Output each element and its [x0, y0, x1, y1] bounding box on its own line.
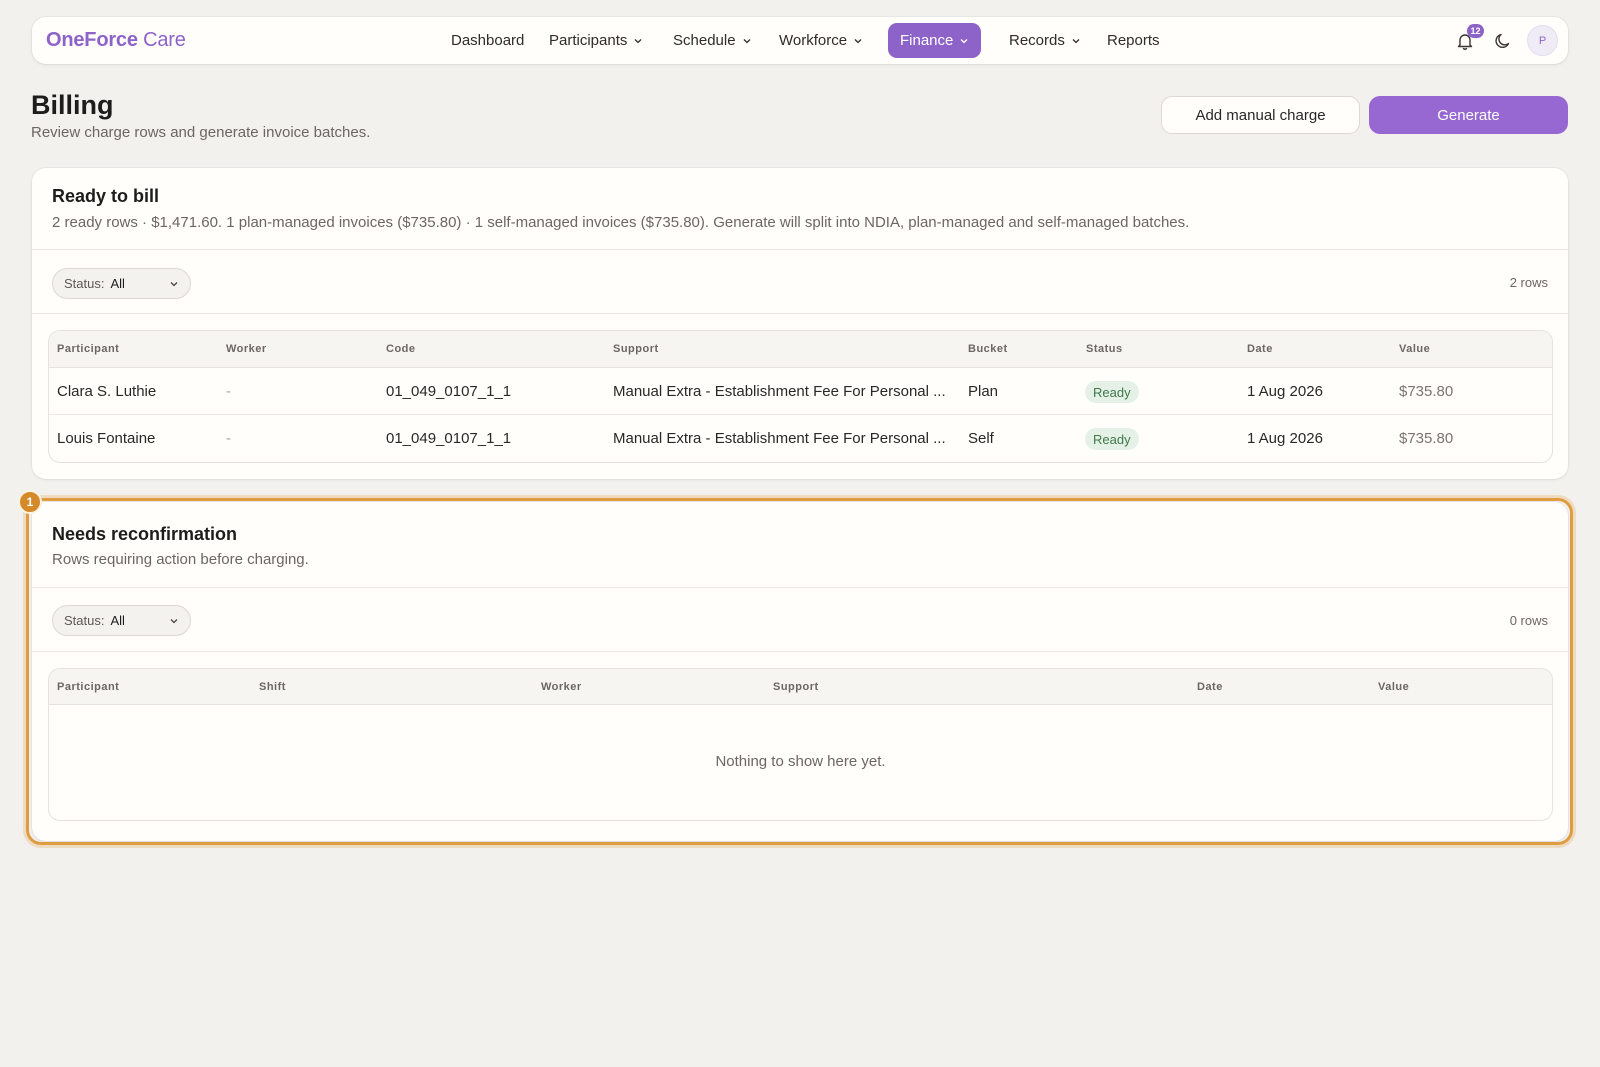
- page-title: Billing: [31, 90, 114, 120]
- nav-dashboard[interactable]: Dashboard: [439, 23, 536, 58]
- support-cell: Manual Extra - Establishment Fee For Per…: [613, 383, 946, 400]
- status-filter-dropdown[interactable]: Status: All: [52, 268, 191, 299]
- status-badge: Ready: [1085, 428, 1139, 450]
- divider: [32, 587, 1568, 588]
- column-header-date[interactable]: Date: [1197, 681, 1223, 693]
- status-filter-label: Status:: [64, 276, 105, 291]
- date-cell: 1 Aug 2026: [1247, 383, 1323, 400]
- nav-finance[interactable]: Finance: [888, 23, 982, 58]
- column-header-support[interactable]: Support: [613, 343, 659, 355]
- nav-actions: 12 P: [1451, 23, 1558, 56]
- divider: [32, 249, 1568, 250]
- nav-records[interactable]: Records: [997, 23, 1093, 58]
- column-header-worker[interactable]: Worker: [541, 681, 582, 693]
- status-filter-value: All: [110, 276, 125, 291]
- needs-reconfirmation-card: Needs reconfirmation Rows requiring acti…: [32, 502, 1568, 841]
- status-badge: Ready: [1085, 381, 1139, 403]
- chevron-down-icon: [634, 38, 642, 43]
- notification-count-badge: 12: [1467, 23, 1484, 38]
- row-count: 0 rows: [1509, 613, 1548, 628]
- nav-participants[interactable]: Participants: [537, 23, 655, 58]
- empty-state-message: Nothing to show here yet.: [715, 753, 886, 770]
- code-cell: 01_049_0107_1_1: [386, 383, 512, 400]
- value-cell: $735.80: [1399, 430, 1454, 447]
- column-header-support[interactable]: Support: [773, 681, 819, 693]
- chevron-down-icon: [170, 282, 178, 287]
- needs-reconfirmation-title: Needs reconfirmation: [52, 524, 238, 544]
- status-filter-dropdown[interactable]: Status: All: [52, 605, 191, 636]
- chevron-down-icon: [1072, 38, 1080, 43]
- nav-links: Dashboard Participants Schedule Workforc…: [32, 17, 1568, 64]
- user-avatar[interactable]: P: [1527, 25, 1558, 56]
- chevron-down-icon: [743, 38, 751, 43]
- participant-cell: Louis Fontaine: [57, 430, 156, 447]
- generate-button[interactable]: Generate: [1369, 96, 1568, 134]
- column-header-date[interactable]: Date: [1247, 343, 1273, 355]
- column-header-code[interactable]: Code: [386, 343, 416, 355]
- column-header-status[interactable]: Status: [1086, 343, 1123, 355]
- column-header-value[interactable]: Value: [1378, 681, 1409, 693]
- step-marker: 1: [18, 490, 42, 514]
- divider: [32, 313, 1568, 314]
- column-header-bucket[interactable]: Bucket: [968, 343, 1008, 355]
- column-header-worker[interactable]: Worker: [226, 343, 267, 355]
- bucket-cell: Self: [968, 430, 994, 447]
- add-manual-charge-button[interactable]: Add manual charge: [1161, 96, 1360, 134]
- chevron-down-icon: [960, 38, 968, 43]
- nav-schedule[interactable]: Schedule: [661, 23, 764, 58]
- needs-reconfirmation-description: Rows requiring action before charging.: [52, 551, 309, 568]
- divider: [32, 651, 1568, 652]
- ready-to-bill-table: Participant Worker Code Support Bucket S…: [48, 330, 1553, 463]
- row-count: 2 rows: [1509, 275, 1548, 290]
- status-filter-label: Status:: [64, 613, 105, 628]
- moon-icon: [1495, 33, 1510, 48]
- status-filter-value: All: [110, 613, 125, 628]
- table-row[interactable]: Clara S. Luthie - 01_049_0107_1_1 Manual…: [49, 368, 1552, 415]
- page-subtitle: Review charge rows and generate invoice …: [31, 124, 371, 141]
- column-header-participant[interactable]: Participant: [57, 681, 119, 693]
- column-header-value[interactable]: Value: [1399, 343, 1430, 355]
- top-navigation: OneForce Care Dashboard Participants Sch…: [32, 17, 1568, 64]
- needs-reconfirmation-table: Participant Shift Worker Support Date Va…: [48, 668, 1553, 821]
- nav-workforce[interactable]: Workforce: [767, 23, 875, 58]
- participant-cell: Clara S. Luthie: [57, 383, 157, 400]
- nav-reports[interactable]: Reports: [1095, 23, 1172, 58]
- table-header: Participant Shift Worker Support Date Va…: [49, 669, 1552, 705]
- value-cell: $735.80: [1399, 383, 1454, 400]
- bucket-cell: Plan: [968, 383, 999, 400]
- table-row[interactable]: Louis Fontaine - 01_049_0107_1_1 Manual …: [49, 415, 1552, 462]
- ready-to-bill-title: Ready to bill: [52, 186, 160, 206]
- ready-to-bill-card: Ready to bill 2 ready rows · $1,471.60. …: [32, 168, 1568, 479]
- table-header: Participant Worker Code Support Bucket S…: [49, 331, 1552, 368]
- date-cell: 1 Aug 2026: [1247, 430, 1323, 447]
- notifications-button[interactable]: 12: [1451, 23, 1484, 55]
- code-cell: 01_049_0107_1_1: [386, 430, 512, 447]
- worker-cell: -: [226, 430, 231, 447]
- worker-cell: -: [226, 383, 231, 400]
- column-header-shift[interactable]: Shift: [259, 681, 286, 693]
- chevron-down-icon: [170, 619, 178, 624]
- chevron-down-icon: [854, 38, 862, 43]
- support-cell: Manual Extra - Establishment Fee For Per…: [613, 430, 946, 447]
- theme-toggle-button[interactable]: [1489, 27, 1517, 55]
- ready-to-bill-summary: 2 ready rows · $1,471.60. 1 plan-managed…: [52, 214, 1190, 231]
- column-header-participant[interactable]: Participant: [57, 343, 119, 355]
